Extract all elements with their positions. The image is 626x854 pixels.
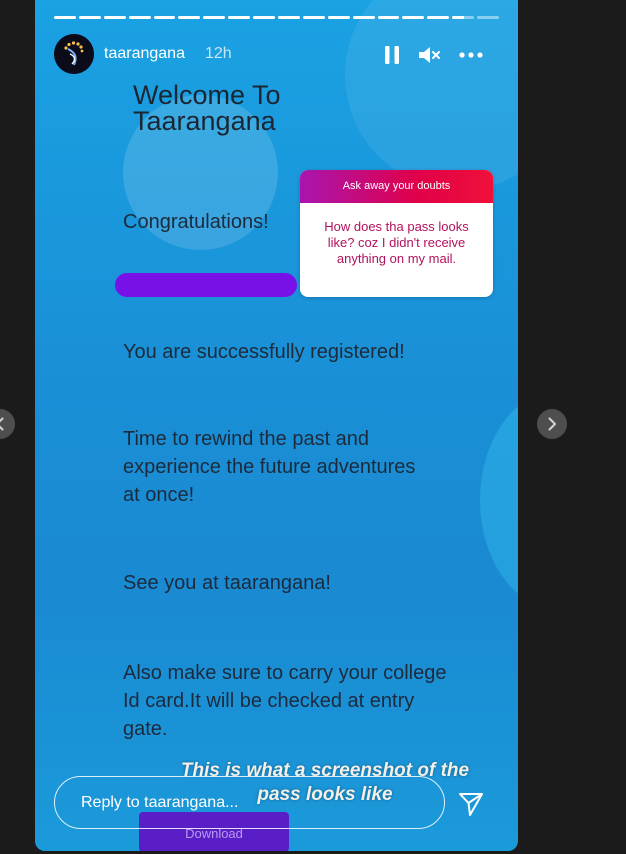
pause-icon <box>385 46 399 64</box>
more-options-button[interactable] <box>458 42 484 68</box>
decorative-bubble <box>345 0 518 190</box>
progress-segment <box>253 16 276 19</box>
id-card-text: Also make sure to carry your college Id … <box>123 662 447 740</box>
progress-segment <box>78 16 101 19</box>
progress-segment <box>477 16 500 19</box>
pause-button[interactable] <box>379 42 405 68</box>
progress-segment <box>203 16 226 19</box>
send-button[interactable] <box>456 788 486 818</box>
progress-segment <box>153 16 176 19</box>
question-sticker-title: Ask away your doubts <box>300 170 493 203</box>
reply-input[interactable] <box>54 776 445 829</box>
registered-text: You are successfully registered! <box>123 341 405 363</box>
progress-segment <box>402 16 425 19</box>
chevron-right-icon <box>548 417 557 431</box>
progress-segment <box>327 16 350 19</box>
congratulations-text: Congratulations! <box>123 211 269 233</box>
mute-button[interactable] <box>416 42 442 68</box>
question-sticker-text: How does tha pass looks like? coz I didn… <box>324 219 469 266</box>
story-timestamp: 12h <box>205 45 232 62</box>
muted-speaker-icon <box>419 47 440 63</box>
progress-segment <box>228 16 251 19</box>
rewind-text: Time to rewind the past and experience t… <box>123 428 416 506</box>
story-username[interactable]: taarangana <box>104 45 185 63</box>
progress-segment <box>178 16 201 19</box>
redaction-scribble <box>115 273 297 297</box>
progress-segment <box>452 16 475 19</box>
progress-segment <box>54 16 76 19</box>
progress-segment <box>352 16 375 19</box>
next-story-button[interactable] <box>537 409 567 439</box>
story-progress-bar <box>54 16 500 19</box>
progress-segment <box>377 16 400 19</box>
progress-segment <box>302 16 325 19</box>
decorative-bubble <box>480 390 518 610</box>
progress-segment <box>103 16 126 19</box>
progress-segment <box>128 16 151 19</box>
previous-story-button[interactable] <box>0 409 15 439</box>
welcome-heading: Welcome To Taarangana <box>133 80 281 136</box>
paper-plane-icon <box>459 793 483 816</box>
story-header: taarangana 12h <box>54 34 499 74</box>
more-horizontal-icon <box>459 52 483 58</box>
avatar[interactable] <box>54 34 94 74</box>
story-viewer[interactable]: taarangana 12h Welcome To Taarangana Con… <box>35 0 518 851</box>
progress-segment <box>427 16 450 19</box>
progress-segment <box>278 16 300 19</box>
question-sticker: Ask away your doubts How does tha pass l… <box>300 170 493 297</box>
see-you-text: See you at taarangana! <box>123 572 331 594</box>
chevron-left-icon <box>0 417 4 431</box>
taarangana-logo-icon <box>54 34 94 74</box>
